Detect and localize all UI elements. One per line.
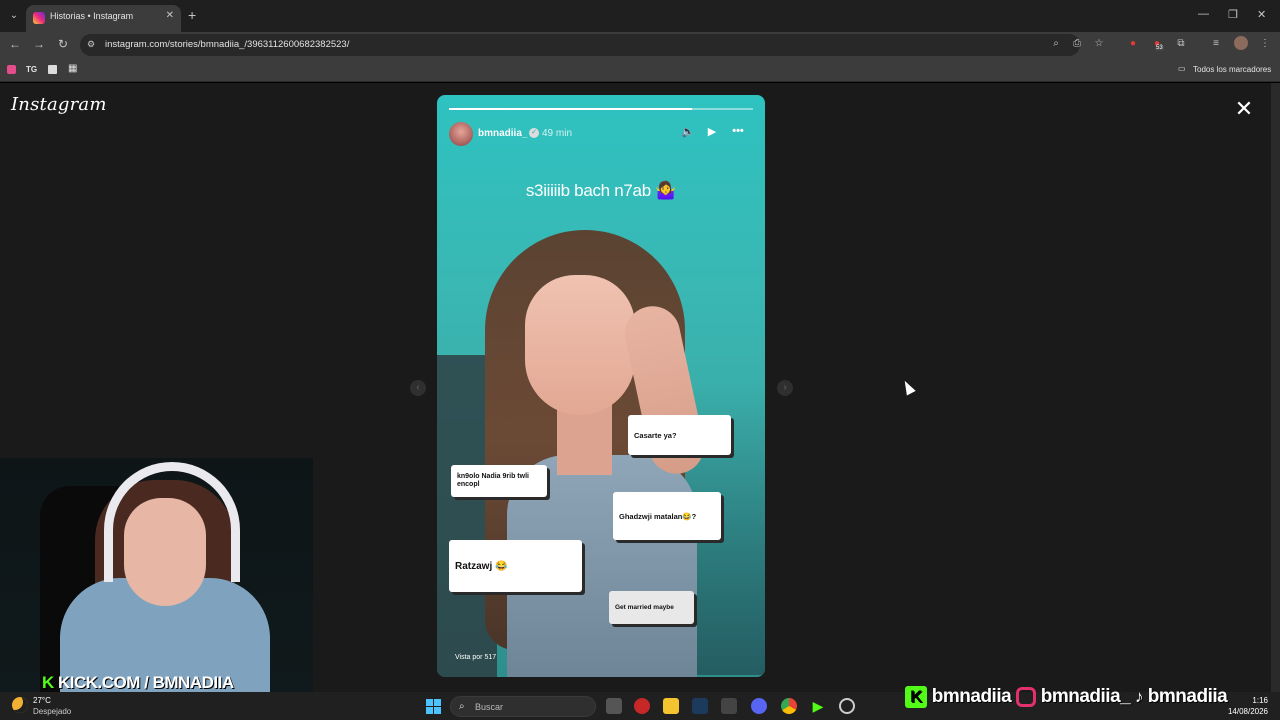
question-sticker: Casarte ya? bbox=[628, 415, 731, 455]
app-icon[interactable] bbox=[721, 698, 737, 714]
tab-close-icon[interactable]: ✕ bbox=[166, 10, 174, 21]
tiktok-handle: bmnadiia bbox=[1147, 686, 1228, 707]
story-time: 49 min bbox=[542, 128, 573, 139]
folder-icon: ▭ bbox=[1178, 64, 1186, 73]
kick-url: KICK.COM / BMNADIIA bbox=[58, 673, 234, 692]
kick-overlay-text: K KICK.COM / BMNADIIA bbox=[42, 673, 234, 692]
bookmarks-bar: TG ▦ ▭ Todos los marcadores bbox=[0, 58, 1280, 82]
instagram-logo-icon bbox=[1015, 686, 1036, 707]
search-icon: ⌕ bbox=[459, 701, 465, 712]
site-info-icon[interactable]: ⚙ bbox=[87, 39, 99, 51]
restore-button[interactable]: ❐ bbox=[1228, 8, 1238, 21]
windows-start-icon[interactable] bbox=[426, 699, 441, 714]
minimize-button[interactable]: — bbox=[1198, 8, 1209, 20]
browser-toolbar: ← → ↻ ⚙ instagram.com/stories/bmnadiia_/… bbox=[0, 32, 1280, 58]
volume-icon[interactable]: 🔈 bbox=[681, 125, 695, 138]
viewers-count[interactable]: Vista por 517 bbox=[455, 654, 496, 661]
extension-red-icon[interactable]: ● bbox=[1126, 38, 1140, 49]
opera-icon[interactable] bbox=[634, 698, 650, 714]
zoom-icon[interactable]: ⌕ bbox=[1049, 38, 1063, 49]
back-button[interactable]: ← bbox=[7, 37, 23, 51]
story-progress-bar bbox=[449, 108, 753, 110]
question-sticker: Ratzawj 😂 bbox=[449, 540, 582, 592]
webcam-overlay: K KICK.COM / BMNADIIA bbox=[0, 458, 313, 692]
story-progress-fill bbox=[449, 108, 693, 110]
question-sticker: kn9olo Nadia 9rib twli encopl bbox=[451, 465, 547, 497]
play-icon[interactable]: ▶ bbox=[705, 125, 719, 138]
bookmark-3[interactable] bbox=[48, 65, 57, 74]
next-story-icon[interactable]: › bbox=[777, 380, 793, 396]
extensions-icon[interactable]: ⧉ bbox=[1174, 38, 1188, 49]
tiktok-logo-icon: ♪ bbox=[1135, 687, 1144, 706]
close-story-icon[interactable]: ✕ bbox=[1232, 97, 1256, 121]
social-handles-overlay: K bmnadiia bmnadiia_ ♪ bmnadiia bbox=[905, 686, 1228, 708]
verified-icon: ✓ bbox=[529, 128, 539, 138]
windows-taskbar: 27°C Despejado ⌕ Buscar ▶ K bmnadiia bmn… bbox=[0, 686, 1280, 720]
task-view-icon[interactable] bbox=[606, 698, 622, 714]
scrollbar[interactable] bbox=[1271, 83, 1280, 692]
instagram-handle: bmnadiia_ bbox=[1040, 686, 1131, 707]
story-username[interactable]: bmnadiia_ bbox=[478, 128, 527, 139]
obs-icon[interactable] bbox=[839, 698, 855, 714]
bookmark-star-icon[interactable]: ☆ bbox=[1092, 38, 1106, 49]
address-bar[interactable]: ⚙ instagram.com/stories/bmnadiia_/396311… bbox=[80, 34, 1080, 56]
chrome-icon[interactable] bbox=[781, 698, 797, 714]
url-text: instagram.com/stories/bmnadiia_/39631126… bbox=[105, 39, 350, 50]
profile-avatar[interactable] bbox=[1234, 36, 1248, 50]
story-caption: s3iiiiib bach n7ab 🤷‍♀️ bbox=[525, 181, 677, 200]
story-avatar[interactable] bbox=[449, 122, 473, 146]
kick-handle: bmnadiia bbox=[931, 686, 1012, 707]
instagram-logo[interactable]: Instagram bbox=[11, 94, 107, 115]
search-placeholder: Buscar bbox=[475, 702, 504, 712]
close-window-button[interactable]: ✕ bbox=[1257, 8, 1266, 21]
bookmark-tg[interactable]: TG bbox=[26, 65, 37, 74]
mouse-cursor-icon bbox=[900, 378, 916, 396]
forward-button[interactable]: → bbox=[31, 37, 47, 51]
clock-time[interactable]: 1:16 bbox=[1226, 696, 1268, 705]
prev-story-icon[interactable]: ‹ bbox=[410, 380, 426, 396]
steam-icon[interactable] bbox=[692, 698, 708, 714]
headphones bbox=[104, 462, 240, 582]
moon-weather-icon[interactable] bbox=[12, 697, 28, 713]
file-explorer-icon[interactable] bbox=[663, 698, 679, 714]
taskbar-search-input[interactable]: ⌕ Buscar bbox=[450, 696, 596, 717]
tab-title: Historias • Instagram bbox=[50, 11, 134, 21]
question-sticker: Ghadzwji matalan😂? bbox=[613, 492, 721, 540]
new-tab-button[interactable]: + bbox=[188, 7, 196, 23]
discord-icon[interactable] bbox=[751, 698, 767, 714]
question-sticker: Get married maybe bbox=[609, 591, 694, 624]
menu-icon[interactable]: ⋮ bbox=[1258, 38, 1272, 49]
more-options-icon[interactable]: ••• bbox=[731, 125, 745, 137]
all-bookmarks[interactable]: Todos los marcadores bbox=[1193, 65, 1271, 74]
person-face bbox=[525, 275, 635, 415]
weather-status[interactable]: Despejado bbox=[33, 707, 71, 716]
story-card[interactable]: bmnadiia_ ✓ 49 min 🔈 ▶ ••• s3iiiiib bach… bbox=[437, 95, 765, 677]
temperature[interactable]: 27°C bbox=[33, 696, 51, 705]
reload-button[interactable]: ↻ bbox=[55, 37, 71, 51]
bookmark-1[interactable] bbox=[7, 65, 16, 74]
extension-badge-count: 53 bbox=[1155, 45, 1164, 51]
instagram-favicon-icon bbox=[33, 12, 45, 24]
media-controls-icon[interactable]: ≡ bbox=[1209, 38, 1223, 49]
tab-search-button[interactable]: ⌄ bbox=[6, 8, 22, 24]
tab-instagram-stories[interactable]: Historias • Instagram ✕ bbox=[26, 5, 181, 32]
clock-date[interactable]: 14/08/2026 bbox=[1220, 707, 1268, 716]
apps-grid-icon[interactable]: ▦ bbox=[68, 63, 77, 74]
kick-app-icon[interactable]: ▶ bbox=[810, 698, 826, 714]
kick-logo-icon: K bbox=[905, 686, 927, 708]
install-app-icon[interactable]: ⎙ bbox=[1070, 38, 1084, 49]
tab-strip: ⌄ Historias • Instagram ✕ + — ❐ ✕ bbox=[0, 0, 1280, 32]
